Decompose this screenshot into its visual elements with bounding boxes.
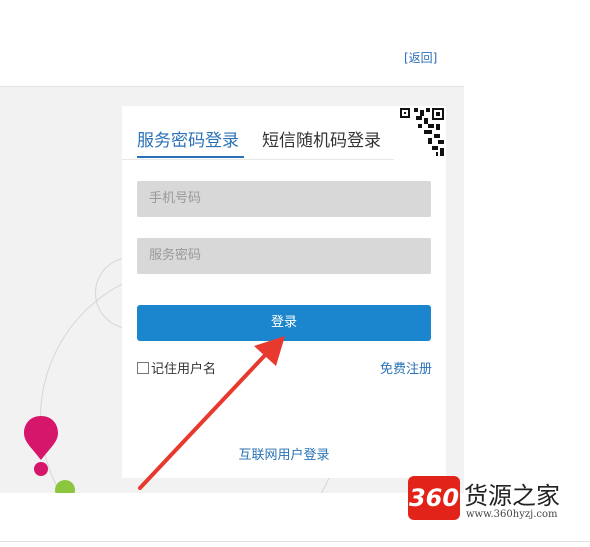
tab-sms-code[interactable]: 短信随机码登录: [262, 126, 381, 151]
active-tab-indicator: [137, 156, 244, 158]
service-password-input[interactable]: 服务密码: [137, 238, 431, 274]
map-pin-icon: [24, 416, 58, 476]
green-dot-icon: [55, 480, 75, 493]
free-register-link[interactable]: 免费注册: [380, 358, 432, 377]
tabs-divider: [122, 159, 394, 160]
tab-service-password[interactable]: 服务密码登录: [137, 126, 239, 151]
back-link[interactable]: [返回]: [404, 49, 437, 66]
remember-username[interactable]: 记住用户名: [137, 358, 216, 377]
watermark-title: 货源之家: [464, 482, 560, 510]
login-card: 服务密码登录 短信随机码登录 手机号码 服务密码 登录 记住用户名 免费注册 互…: [122, 106, 446, 478]
remember-label: 记住用户名: [151, 362, 217, 377]
top-bar: [返回]: [0, 0, 590, 86]
watermark-url: www.360hyzj.com: [466, 509, 558, 520]
qr-code-icon[interactable]: [394, 106, 446, 158]
internet-user-login-link[interactable]: 互联网用户登录: [122, 444, 446, 463]
login-tabs: 服务密码登录 短信随机码登录: [122, 106, 394, 160]
login-button[interactable]: 登录: [137, 305, 431, 341]
watermark-badge-text: 360: [408, 484, 460, 512]
bottom-divider: [0, 541, 590, 542]
watermark: 360 货源之家 www.360hyzj.com: [404, 470, 590, 528]
watermark-logo: 360: [408, 476, 460, 520]
phone-input[interactable]: 手机号码: [137, 181, 431, 217]
remember-checkbox[interactable]: [137, 361, 149, 374]
